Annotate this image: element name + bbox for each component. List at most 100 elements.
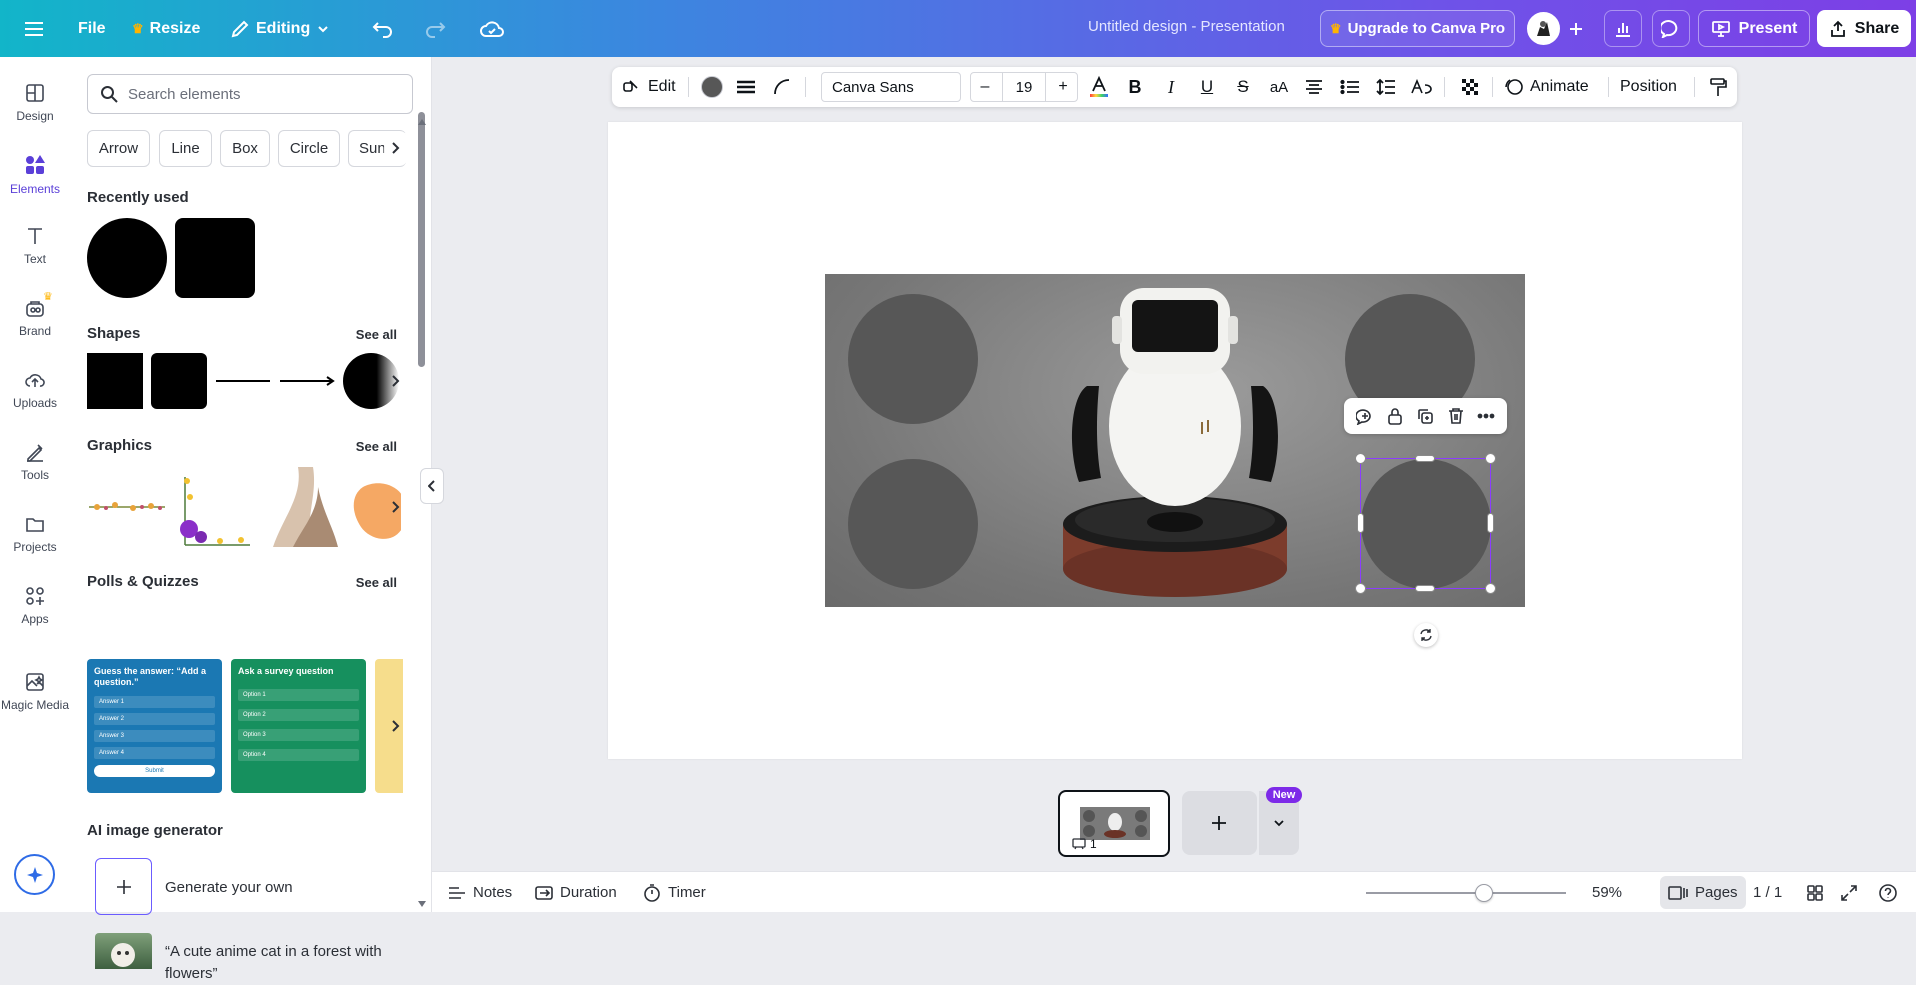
edit-button[interactable]: Edit	[622, 67, 676, 107]
file-menu[interactable]: File	[68, 10, 116, 47]
circle-shape-bottom-left[interactable]	[848, 459, 978, 589]
rail-item-brand[interactable]: Brand ♛	[0, 291, 70, 357]
polls-see-all[interactable]: See all	[356, 575, 397, 590]
chips-next-button[interactable]	[384, 133, 408, 163]
timer-button[interactable]: Timer	[643, 872, 706, 913]
position-button[interactable]: Position	[1620, 67, 1677, 107]
graphic-wave[interactable]	[263, 467, 343, 547]
grid-view-button[interactable]	[1806, 872, 1824, 913]
graphic-flower-corner[interactable]	[175, 467, 255, 547]
magic-assistant-button[interactable]	[14, 854, 55, 895]
resize-button[interactable]: ♛ Resize	[122, 10, 210, 47]
cloud-save-button[interactable]	[470, 10, 514, 47]
bold-button[interactable]: B	[1121, 67, 1149, 107]
font-family-dropdown[interactable]: Canva Sans	[821, 72, 961, 102]
page-thumbnail[interactable]: 1	[1058, 790, 1170, 857]
share-button[interactable]: Share	[1817, 10, 1911, 47]
recent-square-shape[interactable]	[175, 218, 255, 298]
zoom-value[interactable]: 59%	[1592, 872, 1622, 913]
copy-style-button[interactable]	[1704, 67, 1732, 107]
animate-button[interactable]: Animate	[1504, 67, 1589, 107]
insights-button[interactable]	[1604, 10, 1642, 47]
color-swatch-button[interactable]	[700, 67, 724, 107]
resize-handle-top[interactable]	[1415, 455, 1435, 462]
hamburger-menu-icon[interactable]	[18, 10, 54, 47]
zoom-slider[interactable]	[1366, 884, 1566, 902]
rail-item-design[interactable]: Design	[0, 82, 70, 142]
resize-handle-left[interactable]	[1357, 513, 1364, 533]
rail-item-magic-media[interactable]: Magic Media	[0, 671, 70, 731]
help-button[interactable]	[1878, 872, 1898, 913]
underline-button[interactable]: U	[1193, 67, 1221, 107]
add-comment-button[interactable]	[1356, 407, 1374, 425]
chip-circle[interactable]: Circle	[278, 130, 340, 167]
text-color-button[interactable]	[1085, 67, 1113, 107]
more-options-button[interactable]	[1477, 407, 1495, 425]
scroll-up-arrow[interactable]	[418, 119, 426, 125]
border-style-button[interactable]	[732, 67, 760, 107]
graphics-next-button[interactable]	[384, 492, 408, 522]
document-title[interactable]: Untitled design - Presentation	[1088, 18, 1285, 35]
chip-arrow[interactable]: Arrow	[87, 130, 150, 167]
panel-scrollbar[interactable]	[418, 112, 425, 367]
generate-own-label[interactable]: Generate your own	[165, 879, 293, 896]
resize-handle-bl[interactable]	[1355, 583, 1366, 594]
shapes-see-all[interactable]: See all	[356, 327, 397, 342]
font-size-decrease[interactable]: –	[970, 67, 1000, 107]
corner-rounding-button[interactable]	[768, 67, 796, 107]
polls-next-button[interactable]	[384, 711, 408, 741]
resize-handle-bottom[interactable]	[1415, 585, 1435, 592]
poll-card-guess[interactable]: Guess the answer: “Add a question.” Answ…	[87, 659, 222, 793]
pages-button[interactable]: Pages	[1660, 876, 1746, 909]
align-button[interactable]	[1300, 67, 1328, 107]
rail-item-elements[interactable]: Elements	[0, 153, 70, 213]
shapes-next-button[interactable]	[384, 366, 408, 396]
collapse-panel-button[interactable]	[420, 468, 444, 504]
rail-item-apps[interactable]: Apps	[0, 585, 70, 645]
text-effects-button[interactable]	[1408, 67, 1436, 107]
recent-circle-shape[interactable]	[87, 218, 167, 298]
present-button[interactable]: Present	[1698, 10, 1810, 47]
letter-case-button[interactable]: aA	[1264, 67, 1294, 107]
poll-card-survey[interactable]: Ask a survey question Option 1 Option 2 …	[231, 659, 366, 793]
avatar[interactable]	[1527, 12, 1560, 45]
resize-handle-right[interactable]	[1487, 513, 1494, 533]
search-input[interactable]: Search elements	[87, 74, 413, 114]
redo-button[interactable]	[414, 10, 456, 47]
resize-handle-tr[interactable]	[1485, 453, 1496, 464]
zoom-slider-thumb[interactable]	[1475, 884, 1493, 902]
lock-button[interactable]	[1386, 407, 1404, 425]
generate-own-button[interactable]	[95, 858, 152, 915]
rail-item-tools[interactable]: Tools	[0, 441, 70, 501]
chip-box[interactable]: Box	[220, 130, 270, 167]
transparency-button[interactable]	[1456, 67, 1484, 107]
rail-item-text[interactable]: Text	[0, 225, 70, 285]
italic-button[interactable]: I	[1157, 67, 1185, 107]
upgrade-button[interactable]: ♛ Upgrade to Canva Pro	[1320, 10, 1515, 47]
shape-rounded-square[interactable]	[151, 353, 207, 409]
strikethrough-button[interactable]: S	[1229, 67, 1257, 107]
ai-prompt-text[interactable]: “A cute anime cat in a forest with flowe…	[165, 941, 405, 985]
spacing-button[interactable]	[1372, 67, 1400, 107]
chip-line[interactable]: Line	[159, 130, 212, 167]
duplicate-button[interactable]	[1416, 407, 1434, 425]
editing-mode-button[interactable]: Editing	[220, 10, 340, 47]
scroll-down-arrow[interactable]	[418, 901, 426, 907]
font-size-increase[interactable]: +	[1048, 67, 1078, 107]
shape-square[interactable]	[87, 353, 143, 409]
resize-handle-tl[interactable]	[1355, 453, 1366, 464]
graphic-flower-border[interactable]	[87, 467, 167, 547]
comments-button[interactable]	[1652, 10, 1690, 47]
duration-button[interactable]: Duration	[535, 872, 617, 913]
circle-shape-top-left[interactable]	[848, 294, 978, 424]
shape-line[interactable]	[216, 380, 270, 382]
rotate-handle[interactable]	[1414, 623, 1438, 647]
page-count[interactable]: 1 / 1	[1753, 872, 1782, 913]
graphics-see-all[interactable]: See all	[356, 439, 397, 454]
selection-box[interactable]	[1360, 458, 1491, 589]
font-size-input[interactable]: 19	[1002, 72, 1046, 102]
delete-button[interactable]	[1447, 407, 1465, 425]
add-page-button[interactable]	[1182, 791, 1256, 855]
undo-button[interactable]	[362, 10, 404, 47]
notes-button[interactable]: Notes	[448, 872, 512, 913]
